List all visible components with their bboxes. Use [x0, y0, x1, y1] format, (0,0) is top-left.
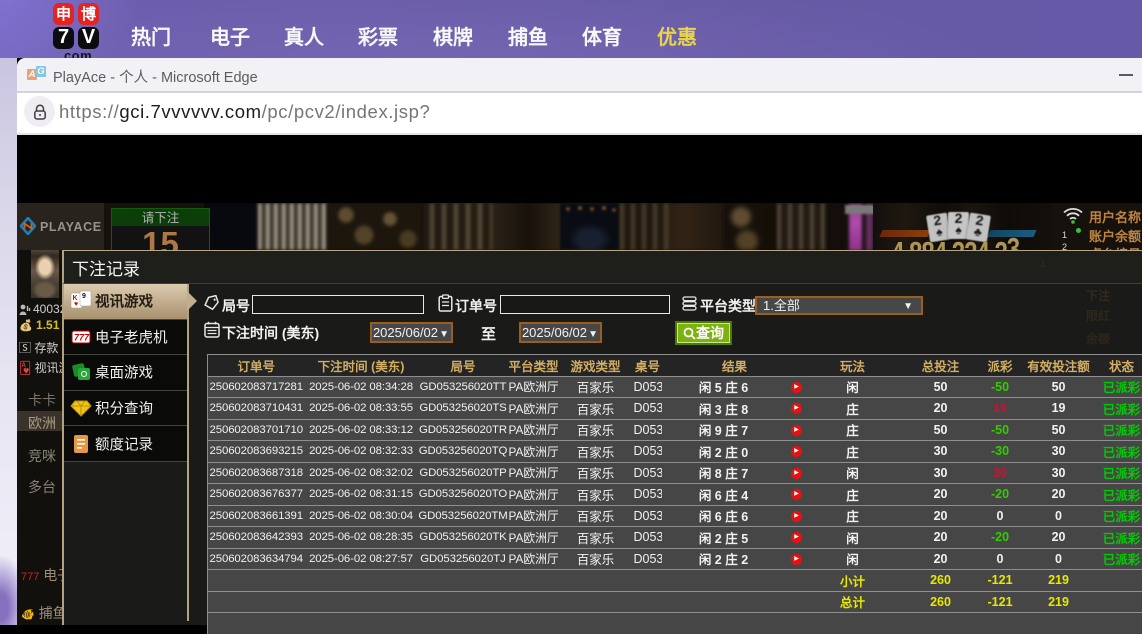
svg-text:9: 9: [82, 293, 86, 300]
svg-text:777: 777: [74, 332, 90, 342]
svg-text:♥: ♥: [74, 301, 78, 308]
